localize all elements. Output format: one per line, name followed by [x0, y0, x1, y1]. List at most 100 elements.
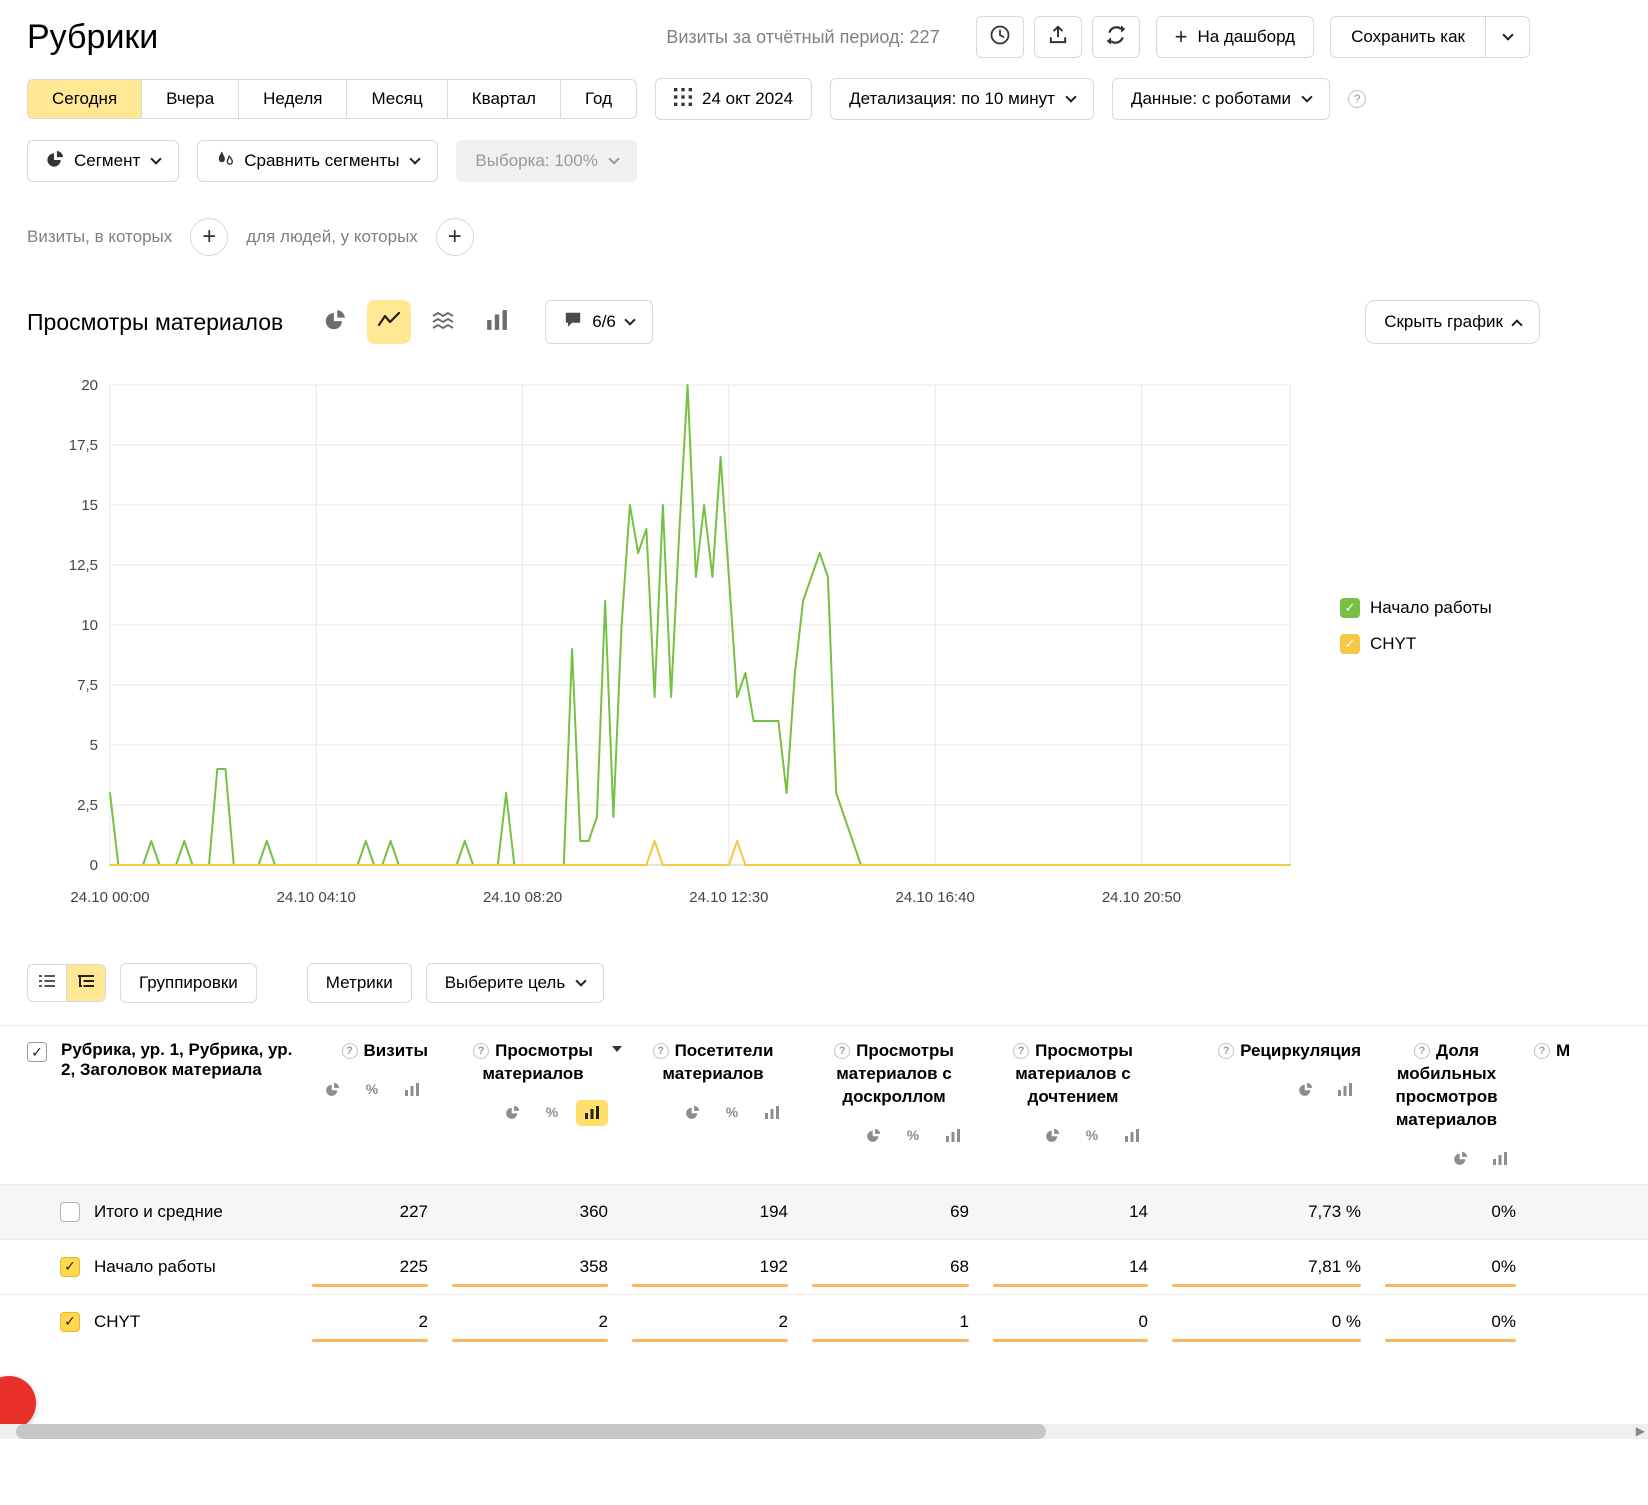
table-row-totals[interactable]: Итого и средние 227 360 194 69 14 7,73 %… [0, 1184, 1648, 1239]
tab-yesterday[interactable]: Вчера [141, 79, 239, 119]
column-header-visits[interactable]: Визиты [300, 1040, 440, 1184]
help-icon[interactable] [834, 1043, 850, 1059]
column-header-material-views[interactable]: Просмотры материалов [440, 1040, 620, 1184]
chart-type-stacked-button[interactable] [421, 300, 465, 344]
chevron-down-icon [608, 153, 619, 164]
legend-checkbox[interactable] [1340, 598, 1360, 618]
add-people-filter-button[interactable] [436, 218, 474, 256]
history-button[interactable] [976, 16, 1024, 58]
row-checkbox[interactable] [60, 1257, 80, 1277]
legend-item[interactable]: CHYT [1340, 634, 1492, 654]
cell-material-views: 2 [440, 1295, 620, 1349]
chart-type-line-button[interactable] [367, 300, 411, 344]
column-header-views-doscroll[interactable]: Просмотры материалов с доскроллом [800, 1040, 981, 1184]
help-icon[interactable] [1348, 90, 1366, 108]
percent-mode-icon[interactable] [897, 1123, 929, 1149]
percent-mode-icon[interactable] [356, 1077, 388, 1103]
tab-week[interactable]: Неделя [238, 79, 347, 119]
pie-mode-icon[interactable] [1036, 1123, 1068, 1149]
flat-list-view-button[interactable] [27, 964, 67, 1002]
bars-mode-icon[interactable] [1329, 1077, 1361, 1103]
cell-views-doscroll: 69 [800, 1185, 981, 1239]
export-button[interactable] [1034, 16, 1082, 58]
help-icon[interactable] [1013, 1043, 1029, 1059]
horizontal-scrollbar[interactable] [0, 1424, 1648, 1439]
row-checkbox[interactable] [60, 1312, 80, 1332]
pie-mode-icon[interactable] [676, 1100, 708, 1126]
help-icon[interactable] [342, 1043, 358, 1059]
bars-mode-icon[interactable] [396, 1077, 428, 1103]
tree-list-view-button[interactable] [66, 964, 106, 1002]
help-icon[interactable] [1218, 1043, 1234, 1059]
segment-pie-icon [46, 150, 64, 173]
column-header-recirculation[interactable]: Рециркуляция [1160, 1040, 1373, 1184]
help-icon[interactable] [473, 1043, 489, 1059]
annotations-button[interactable]: 6/6 [545, 300, 653, 344]
tree-icon [77, 973, 95, 994]
pie-mode-icon[interactable] [1444, 1146, 1476, 1172]
bars-mode-icon[interactable] [756, 1100, 788, 1126]
table-row[interactable]: CHYT 2 2 2 1 0 0 % 0% [0, 1294, 1648, 1349]
tab-today[interactable]: Сегодня [27, 79, 142, 119]
scroll-right-arrow-icon[interactable] [1636, 1424, 1645, 1439]
help-icon[interactable] [653, 1043, 669, 1059]
compare-segments-button[interactable]: Сравнить сегменты [197, 140, 438, 182]
pie-mode-icon[interactable] [496, 1100, 528, 1126]
table-row[interactable]: Начало работы 225 358 192 68 14 7,81 % 0… [0, 1239, 1648, 1294]
line-chart[interactable]: 02,557,51012,51517,52024.10 00:0024.10 0… [0, 370, 1340, 923]
bars-mode-icon[interactable] [1484, 1146, 1516, 1172]
percent-mode-icon[interactable] [1076, 1123, 1108, 1149]
goal-select-button[interactable]: Выберите цель [426, 963, 605, 1003]
legend-checkbox[interactable] [1340, 634, 1360, 654]
svg-text:24.10 00:00: 24.10 00:00 [70, 889, 149, 906]
pie-mode-icon[interactable] [316, 1077, 348, 1103]
save-as-button[interactable]: Сохранить как [1330, 16, 1530, 58]
bars-mode-icon[interactable] [576, 1100, 608, 1126]
legend-item[interactable]: Начало работы [1340, 598, 1492, 618]
scrollbar-thumb[interactable] [16, 1424, 1046, 1439]
line-chart-icon [377, 310, 401, 335]
comment-bubble-icon [564, 311, 582, 334]
column-header-mobile-share[interactable]: Доля мобильных просмотров материалов [1373, 1040, 1528, 1184]
value-bar [452, 1284, 608, 1287]
sampling-button[interactable]: Выборка: 100% [456, 140, 636, 182]
cell-views-read: 14 [981, 1240, 1160, 1294]
chart-type-pie-button[interactable] [313, 300, 357, 344]
tab-month[interactable]: Месяц [346, 79, 447, 119]
segment-button[interactable]: Сегмент [27, 140, 179, 182]
cell-recirculation: 7,73 % [1160, 1185, 1373, 1239]
percent-mode-icon[interactable] [716, 1100, 748, 1126]
tab-quarter[interactable]: Квартал [447, 79, 561, 119]
save-as-menu-button[interactable] [1485, 17, 1529, 57]
date-picker-button[interactable]: 24 окт 2024 [655, 78, 812, 120]
bars-mode-icon[interactable] [1116, 1123, 1148, 1149]
value-bar [1385, 1284, 1516, 1287]
bars-mode-icon[interactable] [937, 1123, 969, 1149]
data-robots-dropdown[interactable]: Данные: с роботами [1112, 78, 1330, 120]
groupings-button[interactable]: Группировки [120, 963, 257, 1003]
cell-material-views: 360 [440, 1185, 620, 1239]
svg-text:12,5: 12,5 [69, 557, 98, 574]
pie-mode-icon[interactable] [1289, 1077, 1321, 1103]
column-header-clipped[interactable]: М [1528, 1040, 1648, 1184]
chart-type-bars-button[interactable] [475, 300, 519, 344]
metrics-button[interactable]: Метрики [307, 963, 412, 1003]
hide-chart-button[interactable]: Скрыть график [1365, 300, 1540, 344]
help-icon[interactable] [1534, 1043, 1550, 1059]
add-to-dashboard-button[interactable]: На дашборд [1156, 16, 1315, 58]
percent-mode-icon[interactable] [536, 1100, 568, 1126]
cell-clipped [1528, 1240, 1648, 1294]
row-checkbox[interactable] [60, 1202, 80, 1222]
column-header-material-visitors[interactable]: Посетители материалов [620, 1040, 800, 1184]
svg-text:24.10 20:50: 24.10 20:50 [1102, 889, 1181, 906]
compare-periods-button[interactable] [1092, 16, 1140, 58]
tab-year[interactable]: Год [560, 79, 637, 119]
support-widget[interactable] [0, 1376, 36, 1430]
column-header-views-read[interactable]: Просмотры материалов с дочтением [981, 1040, 1160, 1184]
select-all-checkbox[interactable] [27, 1042, 47, 1062]
table-toolbar: Группировки Метрики Выберите цель [0, 963, 1648, 1003]
pie-mode-icon[interactable] [857, 1123, 889, 1149]
add-visits-filter-button[interactable] [190, 218, 228, 256]
help-icon[interactable] [1414, 1043, 1430, 1059]
detail-dropdown[interactable]: Детализация: по 10 минут [830, 78, 1094, 120]
